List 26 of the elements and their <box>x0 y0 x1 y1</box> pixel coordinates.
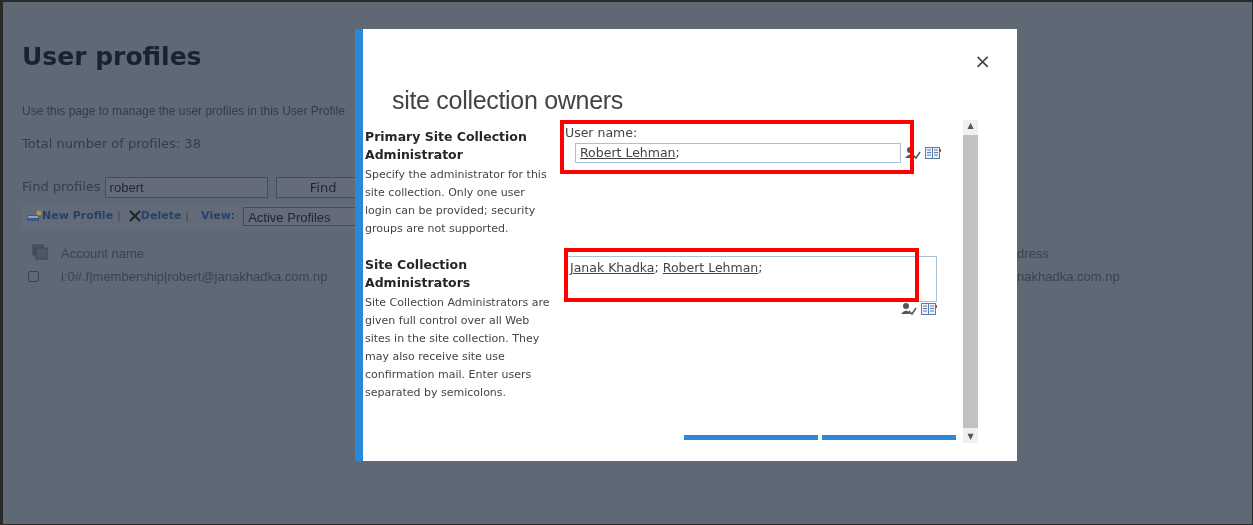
scroll-up-arrow[interactable]: ▲ <box>967 120 974 132</box>
check-names-icon[interactable] <box>905 145 921 160</box>
section-description: Site Collection Administrators are given full control over all Web sites in the site collection. They may also receive site use confirmation mail. Enter users separated by semicolons. <box>365 295 551 401</box>
resolved-name[interactable]: Robert Lehman; <box>662 260 763 275</box>
resolved-name[interactable]: Janak Khadka; <box>570 260 659 275</box>
scroll-down-arrow[interactable]: ▼ <box>967 431 974 443</box>
dialog-title: site collection owners <box>392 85 624 115</box>
check-names-icon[interactable] <box>901 302 917 316</box>
resolved-name[interactable]: Robert Lehman; <box>580 144 680 160</box>
close-button[interactable]: × <box>974 51 991 71</box>
row-checkbox[interactable] <box>28 271 39 282</box>
page-title: User profiles <box>22 42 202 72</box>
address-book-icon[interactable] <box>921 302 937 316</box>
select-all-icon[interactable] <box>32 243 48 260</box>
separator: | <box>185 207 190 224</box>
new-profile-icon[interactable] <box>27 210 42 222</box>
field-label: User name: <box>565 124 639 142</box>
separator: | <box>117 207 121 224</box>
view-label: View: <box>201 207 236 224</box>
delete-icon[interactable] <box>128 210 141 222</box>
scrollbar[interactable]: ▲ ▼ <box>963 120 978 443</box>
administrators-field[interactable]: Janak Khadka; Robert Lehman; <box>565 256 937 302</box>
address-book-icon[interactable] <box>925 145 941 160</box>
user-name-field[interactable]: Robert Lehman; <box>575 142 901 163</box>
section-heading: Primary Site Collection Administrator <box>365 128 528 164</box>
section-heading: Site Collection Administrators <box>365 256 472 292</box>
